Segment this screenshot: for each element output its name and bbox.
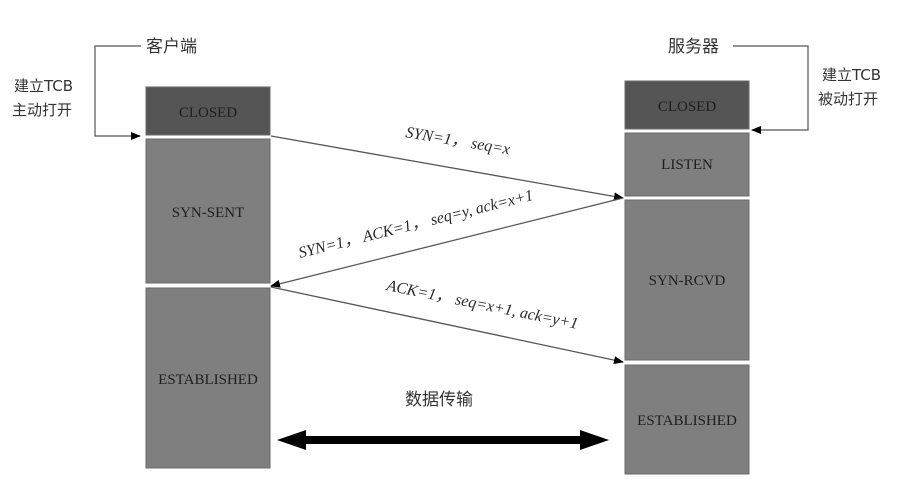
server-title: 服务器 xyxy=(668,37,719,57)
client-open-note-line1: 建立TCB xyxy=(14,77,73,95)
client-title: 客户端 xyxy=(146,37,197,57)
server-state-listen-label: LISTEN xyxy=(661,157,713,173)
data-transfer-double-arrow xyxy=(277,430,609,450)
message-label-syn: SYN=1， seq=x xyxy=(404,124,511,158)
client-state-syn-sent-label: SYN-SENT xyxy=(172,205,245,221)
client-state-established-label: ESTABLISHED xyxy=(158,372,258,388)
client-state-closed-label: CLOSED xyxy=(179,105,238,121)
client-open-note-line2: 主动打开 xyxy=(12,101,72,119)
server-state-established-label: ESTABLISHED xyxy=(637,413,737,429)
data-transfer-label: 数据传输 xyxy=(405,390,473,410)
tcp-three-way-handshake-diagram: 客户端 建立TCB 主动打开 服务器 建立TCB 被动打开 CLOSED SYN… xyxy=(12,37,881,475)
message-label-syn-ack: SYN=1， ACK=1， seq=y, ack=x+1 xyxy=(297,187,535,262)
server-state-syn-rcvd-label: SYN-RCVD xyxy=(649,273,726,289)
message-label-ack: ACK=1， seq=x+1, ack=y+1 xyxy=(384,277,579,333)
server-open-note-line1: 建立TCB xyxy=(822,66,881,84)
server-open-note-line2: 被动打开 xyxy=(818,90,878,108)
server-state-closed-label: CLOSED xyxy=(658,99,717,115)
client-open-bracket xyxy=(94,45,141,140)
